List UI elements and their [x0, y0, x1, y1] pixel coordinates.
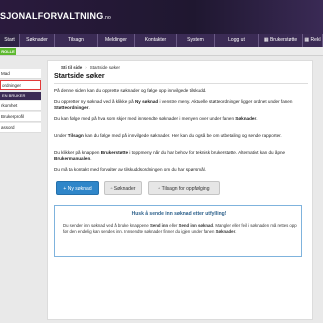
app-header: SJONALFORVALTNING.no — [0, 0, 323, 34]
p2-text-a: Du oppretter ny søknad ved å klikke på — [54, 99, 135, 104]
p3-text-b: Søknader — [235, 116, 257, 121]
manual-link[interactable]: Brukermanualen — [54, 156, 90, 161]
plus-icon: + — [63, 186, 67, 192]
info-text-g: . — [235, 229, 237, 234]
grants-followup-label: Tilsagn for oppfølging — [161, 186, 210, 192]
sidebar-item-mad[interactable]: Mad — [0, 69, 41, 79]
p4-text-c: kan du følge med på innvilgede søknader.… — [83, 133, 282, 138]
brand-logo[interactable]: SJONALFORVALTNING.no — [0, 11, 111, 21]
nav-soknader[interactable]: Søknader — [20, 34, 55, 47]
p5-text-b: Brukerstøtte — [100, 150, 129, 155]
p5-text-e: . — [90, 156, 92, 162]
sidebar-section-header: EN BRUKER — [0, 92, 41, 100]
nav-reklamasjon-label: Rekl — [310, 37, 321, 43]
sidebar-item-passord[interactable]: assord — [0, 123, 41, 133]
support-icon: ▦ — [263, 37, 269, 43]
new-application-paragraph: Du oppretter ny søknad ved å klikke på N… — [54, 99, 304, 112]
p3-text-c: . — [256, 116, 258, 121]
p4-text-a: Under — [54, 133, 68, 138]
nav-meldinger[interactable]: Meldinger — [98, 34, 135, 47]
title-divider — [54, 83, 308, 84]
sidebar: Mad ordninger EN BRUKER rkomhet Brukerpr… — [0, 60, 41, 140]
page-title: Startside søker — [54, 73, 105, 80]
grants-paragraph: Under Tilsagn kan du følge med på innvil… — [54, 133, 304, 139]
folder-icon: ▫ — [110, 186, 113, 192]
folder-icon: ▫ — [158, 186, 161, 192]
info-text-f: Søknader — [215, 229, 236, 234]
print-icon: ▦ — [304, 37, 310, 43]
sidebar-item-ordninger[interactable]: ordninger — [0, 80, 41, 90]
nav-start[interactable]: Start — [0, 34, 20, 47]
p5-text-a: Du klikker på knappen — [54, 150, 101, 155]
brand-name: SJONALFORVALTNING — [0, 11, 104, 21]
applications-label: Søknader — [113, 186, 136, 192]
role-badge[interactable]: ROLLE — [0, 48, 16, 55]
intro-paragraph: På denne siden kan du opprette søknader … — [54, 88, 207, 93]
info-text-c: eller — [168, 223, 179, 228]
nav-reklamasjon[interactable]: ▦ Rekl — [303, 34, 323, 47]
info-text-d: Send inn søknad — [178, 223, 214, 228]
p2-text-d: Støtteordninger — [54, 105, 89, 111]
p2-text-b: Ny søknad — [134, 99, 159, 104]
main-panel: Sti til side › Startside søker Startside s… — [47, 60, 313, 320]
info-title: Husk å sende inn søknad etter utfylling! — [131, 211, 227, 217]
nav-kontakter[interactable]: Kontakter — [135, 34, 177, 47]
breadcrumb-current: Startside søker — [89, 65, 121, 70]
info-text-b: Send inn — [149, 223, 169, 228]
p2-text-c: i venstre meny. Aktuelle støtteordninger… — [158, 99, 293, 104]
applications-paragraph: Du kan følge med på hva som skjer med in… — [54, 116, 304, 122]
nav-system[interactable]: System — [177, 34, 215, 47]
p2-text-e: . — [88, 105, 90, 111]
nav-brukerstotte-label: Brukerstøtte — [269, 37, 298, 43]
sidebar-item-rkomhet[interactable]: rkomhet — [0, 101, 41, 111]
support-paragraph: Du klikker på knappen Brukerstøtte i top… — [54, 150, 304, 163]
breadcrumb-home[interactable]: Sti til side — [61, 65, 82, 70]
contact-paragraph: Du må ta kontakt med forvalter av tilsku… — [54, 167, 206, 172]
p3-text-a: Du kan følge med på hva som skjer med in… — [54, 116, 236, 121]
role-bar: ROLLE — [0, 47, 323, 56]
grants-followup-button[interactable]: ▫ Tilsagn for oppfølging — [148, 181, 220, 195]
nav-tilsagn[interactable]: Tilsagn — [55, 34, 98, 47]
p5-text-c: i toppmeny når du har behov for teknisk … — [128, 150, 286, 155]
brand-suffix: .no — [103, 15, 111, 21]
info-box: Husk å sende inn søknad etter utfylling!… — [54, 205, 302, 257]
new-application-label: Ny søknad — [67, 186, 92, 192]
top-navigation: Start Søknader Tilsagn Meldinger Kontakt… — [0, 34, 323, 47]
p4-text-b: Tilsagn — [67, 133, 84, 138]
nav-brukerstotte[interactable]: ▦ Brukerstøtte — [259, 34, 303, 47]
info-text: Du sender inn søknad ved å bruke knappen… — [63, 223, 297, 235]
breadcrumb-separator: › — [85, 65, 87, 70]
breadcrumb: Sti til side › Startside søker — [61, 65, 120, 70]
info-text-a: Du sender inn søknad ved å bruke knappen… — [63, 223, 150, 228]
applications-button[interactable]: ▫ Søknader — [104, 181, 142, 195]
new-application-button[interactable]: + Ny søknad — [56, 181, 99, 195]
nav-logg-ut[interactable]: Logg ut — [215, 34, 259, 47]
sidebar-item-brukerprofil[interactable]: Brukerprofil — [0, 112, 41, 122]
